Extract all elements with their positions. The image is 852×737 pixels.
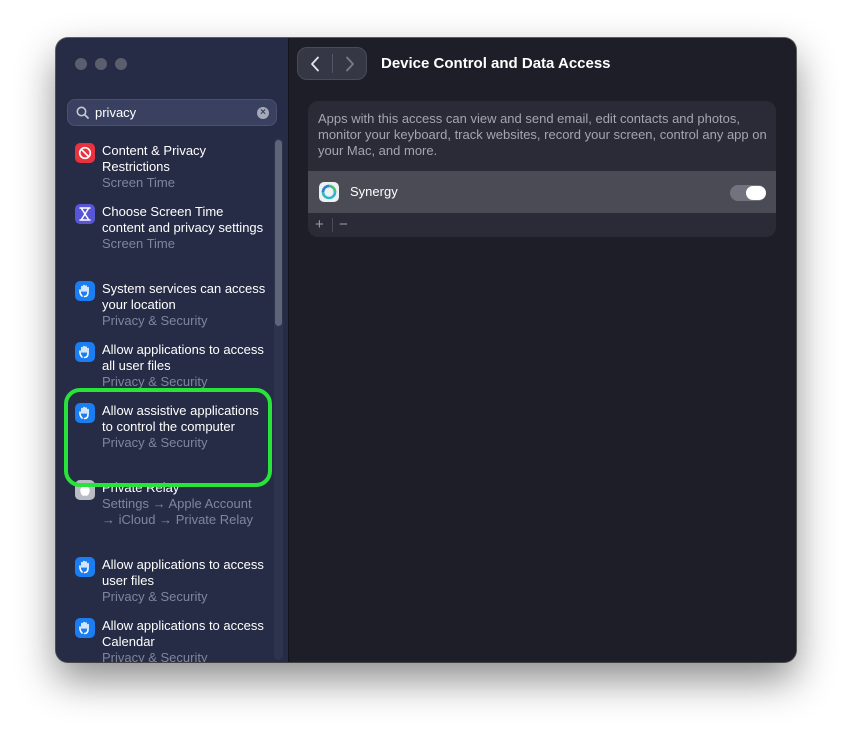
hourglass-icon <box>75 204 95 224</box>
result-text: Allow applications to access Calendar Pr… <box>102 618 267 662</box>
minimize-window-button[interactable] <box>95 58 107 70</box>
hand-icon <box>75 557 95 577</box>
result-text: System services can access your location… <box>102 281 267 329</box>
settings-window: privacy × Content & Privacy Restrictions… <box>56 38 796 662</box>
button-divider <box>332 218 333 232</box>
result-text: Allow applications to access user files … <box>102 557 267 605</box>
add-app-button[interactable]: + <box>315 217 324 233</box>
app-name: Synergy <box>350 184 398 199</box>
synergy-access-toggle[interactable] <box>730 185 766 201</box>
synergy-app-icon <box>319 182 339 202</box>
result-subtitle: Privacy & Security <box>102 650 208 662</box>
hand-icon <box>75 281 95 301</box>
green-highlight-annotation <box>64 388 272 487</box>
search-field[interactable]: privacy × <box>67 99 277 126</box>
result-title: Allow applications to access all user fi… <box>102 342 264 373</box>
clear-search-icon[interactable]: × <box>257 107 269 119</box>
result-text: Private Relay Settings → Apple Account →… <box>102 480 267 528</box>
result-title: Content & Privacy Restrictions <box>102 143 207 174</box>
navigation-buttons <box>297 47 367 80</box>
no-entry-icon <box>75 143 95 163</box>
result-subtitle: Settings → Apple Account → iCloud → Priv… <box>102 496 253 527</box>
forward-button[interactable] <box>333 48 367 79</box>
result-text: Allow applications to access all user fi… <box>102 342 267 390</box>
hand-icon <box>75 342 95 362</box>
search-input[interactable]: privacy <box>95 105 136 120</box>
access-panel: Apps with this access can view and send … <box>308 101 776 237</box>
access-description: Apps with this access can view and send … <box>318 111 767 158</box>
result-subtitle: Privacy & Security <box>102 313 208 328</box>
sidebar-scrollbar[interactable] <box>274 138 283 660</box>
result-text: Content & Privacy Restrictions Screen Ti… <box>102 143 267 191</box>
result-title: Allow applications to access user files <box>102 557 264 588</box>
sidebar: privacy × Content & Privacy Restrictions… <box>56 38 289 662</box>
result-title: Allow applications to access Calendar <box>102 618 264 649</box>
page-title: Device Control and Data Access <box>381 55 611 72</box>
chevron-right-icon <box>346 56 354 71</box>
result-title: System services can access your location <box>102 281 266 312</box>
back-button[interactable] <box>298 48 332 79</box>
toggle-knob <box>746 186 766 200</box>
result-title: Choose Screen Time content and privacy s… <box>102 204 264 235</box>
content-pane: Device Control and Data Access Apps with… <box>289 38 796 662</box>
close-window-button[interactable] <box>75 58 87 70</box>
result-subtitle: Privacy & Security <box>102 589 208 604</box>
scrollbar-thumb[interactable] <box>275 140 282 326</box>
chevron-left-icon <box>311 56 319 71</box>
hand-icon <box>75 618 95 638</box>
result-text: Choose Screen Time content and privacy s… <box>102 204 267 252</box>
app-row-synergy[interactable]: Synergy <box>308 171 776 213</box>
zoom-window-button[interactable] <box>115 58 127 70</box>
search-icon <box>76 106 89 119</box>
result-subtitle: Screen Time <box>102 236 175 251</box>
remove-app-button[interactable]: − <box>339 217 348 233</box>
result-subtitle: Screen Time <box>102 175 175 190</box>
